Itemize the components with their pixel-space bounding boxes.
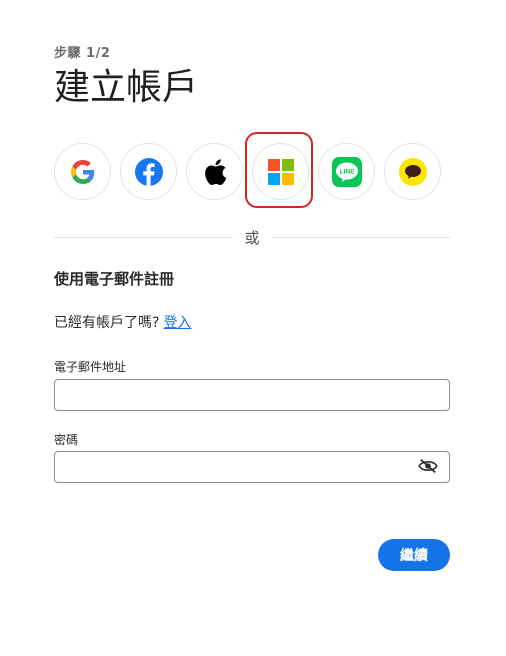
email-label: 電子郵件地址	[54, 360, 127, 374]
eye-off-icon[interactable]	[418, 458, 438, 474]
divider-line-right	[271, 236, 451, 238]
have-account-row: 已經有帳戶了嗎? 登入	[54, 312, 191, 332]
email-signup-heading: 使用電子郵件註冊	[54, 270, 175, 288]
microsoft-signin-button[interactable]	[252, 143, 309, 200]
divider-line-left	[54, 236, 233, 238]
social-login-row: LINE	[54, 143, 441, 200]
or-text: 或	[244, 228, 260, 247]
kakaotalk-icon	[398, 157, 427, 186]
kakaotalk-signin-button[interactable]	[384, 143, 441, 200]
google-icon	[70, 159, 94, 184]
signup-page: 步驟 1/2 建立帳戶 LINE 或 使用電子郵件註冊 已經有帳戶了嗎? 登入 …	[0, 0, 506, 656]
facebook-signin-button[interactable]	[120, 143, 177, 200]
continue-button[interactable]: 繼續	[378, 539, 450, 571]
apple-signin-button[interactable]	[186, 143, 243, 200]
step-indicator: 步驟 1/2	[54, 46, 111, 61]
google-signin-button[interactable]	[54, 143, 111, 200]
email-field[interactable]	[54, 379, 450, 411]
line-signin-button[interactable]: LINE	[318, 143, 375, 200]
line-icon: LINE	[331, 156, 362, 187]
password-label: 密碼	[54, 433, 79, 447]
apple-icon	[204, 158, 226, 185]
sign-in-link[interactable]: 登入	[163, 315, 191, 331]
facebook-icon	[134, 157, 163, 186]
microsoft-icon	[267, 158, 294, 185]
line-logo-text: LINE	[339, 168, 354, 175]
password-field[interactable]	[54, 451, 450, 483]
have-account-text: 已經有帳戶了嗎?	[54, 315, 160, 331]
page-title: 建立帳戶	[54, 67, 199, 108]
or-divider: 或	[54, 227, 451, 247]
